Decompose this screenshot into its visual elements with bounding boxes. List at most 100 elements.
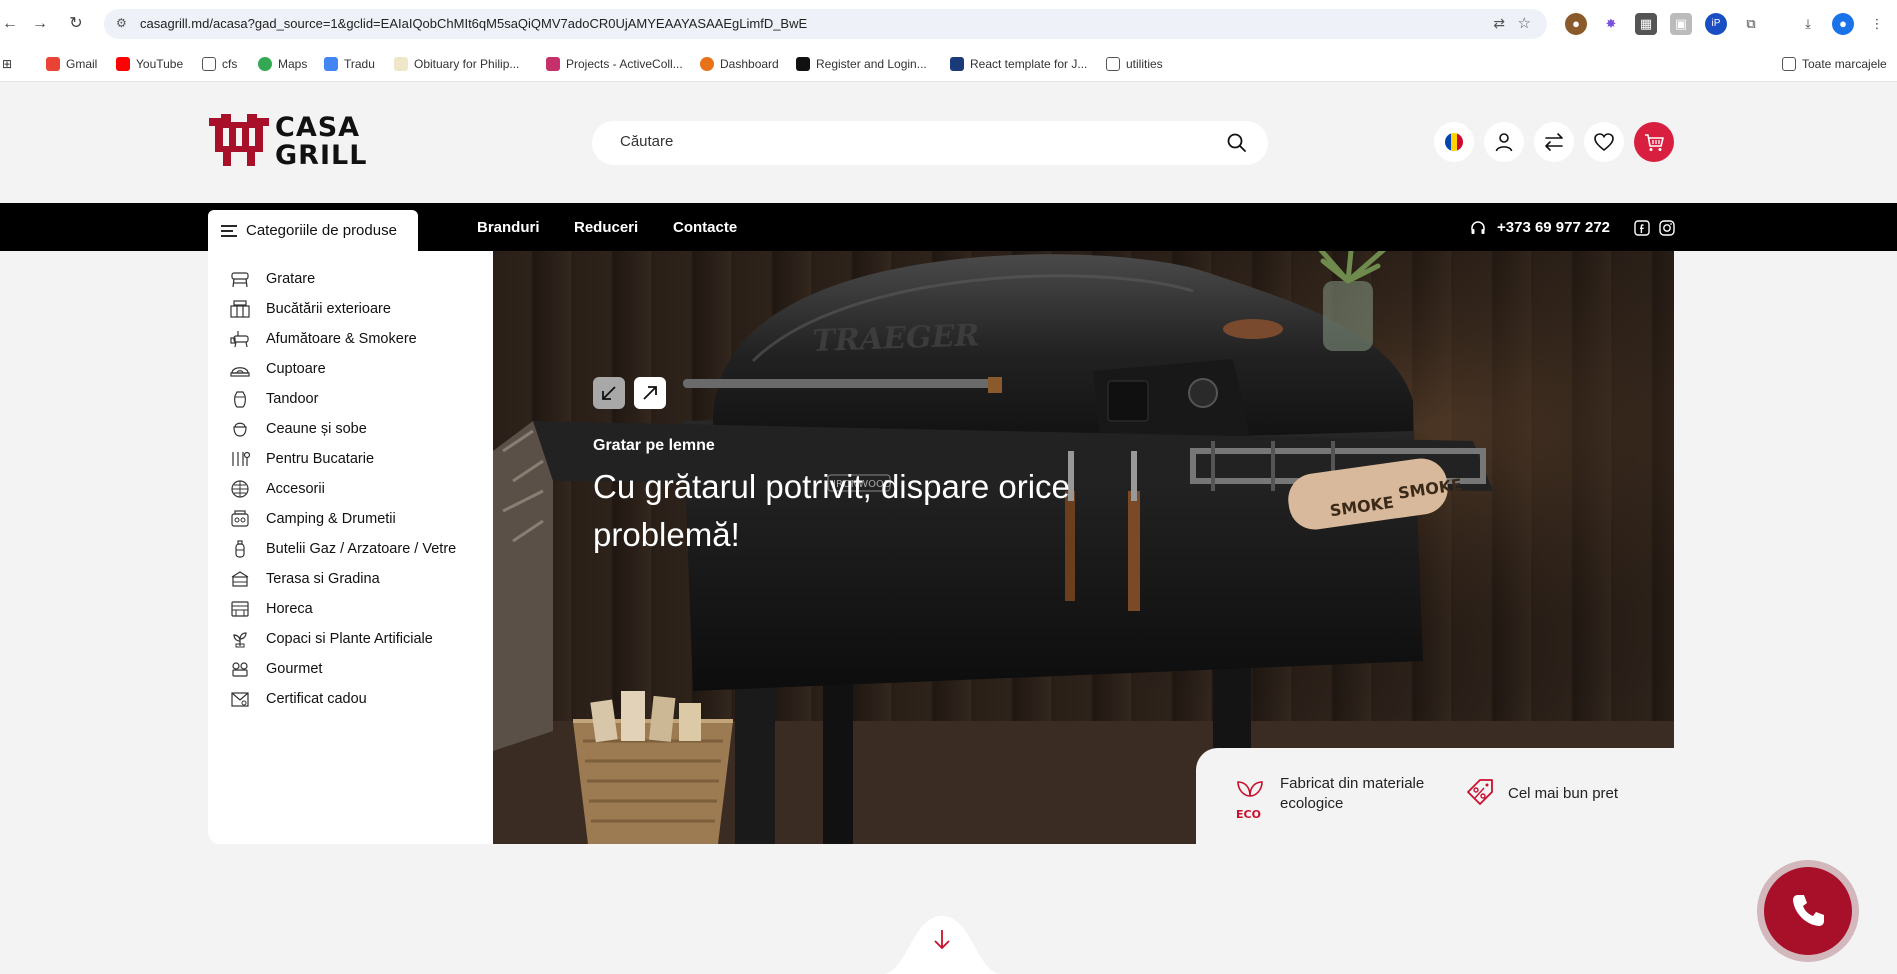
category-label: Bucătării exterioare xyxy=(266,301,391,317)
category-copaci-plante[interactable]: Copaci si Plante Artificiale xyxy=(224,624,484,654)
headset-icon xyxy=(1471,221,1485,234)
cauldron-icon xyxy=(233,422,247,437)
grill-logo-icon xyxy=(209,114,269,166)
plant-icon xyxy=(233,632,247,648)
logo-wordmark: CASA GRILL xyxy=(275,114,367,170)
collapse-arrow-button[interactable] xyxy=(593,377,625,409)
extension-sparkle-icon[interactable]: ✸ xyxy=(1600,13,1622,35)
category-horeca[interactable]: Horeca xyxy=(224,594,484,624)
traeger-emboss: TRAEGER xyxy=(812,318,980,359)
apps-grid-icon[interactable]: ⊞ xyxy=(2,57,12,71)
bookmark-star-icon[interactable]: ☆ xyxy=(1518,14,1531,32)
arrow-up-right-icon xyxy=(643,386,657,400)
tandoor-icon xyxy=(234,391,246,408)
category-butelii-gaz[interactable]: Butelii Gaz / Arzatoare / Vetre xyxy=(224,534,484,564)
bookmark-youtube[interactable]: YouTube xyxy=(116,57,183,71)
cart-button[interactable] xyxy=(1634,122,1674,162)
category-bucatarii-exterioare[interactable]: Bucătării exterioare xyxy=(224,294,484,324)
oven-icon xyxy=(230,367,250,377)
category-ceaune-sobe[interactable]: Ceaune și sobe xyxy=(224,414,484,444)
search-icon[interactable] xyxy=(1226,132,1248,154)
forward-icon[interactable]: → xyxy=(30,14,50,34)
extension-ip-icon[interactable]: iP xyxy=(1705,13,1727,35)
category-gourmet[interactable]: Gourmet xyxy=(224,654,484,684)
horeca-icon xyxy=(231,601,249,617)
cookie-extension-icon[interactable]: ● xyxy=(1565,13,1587,35)
language-button[interactable] xyxy=(1434,122,1474,162)
category-label: Tandoor xyxy=(266,391,319,407)
category-label: Terasa si Gradina xyxy=(266,571,380,587)
category-label: Cuptoare xyxy=(266,361,326,377)
gourmet-icon xyxy=(232,662,248,677)
bookmark-dashboard[interactable]: Dashboard xyxy=(700,57,779,71)
grill-grate-icon xyxy=(231,480,249,498)
site-logo[interactable]: CASA GRILL xyxy=(207,112,367,172)
phone-number[interactable]: +373 69 977 272 xyxy=(1497,219,1610,236)
bookmark-obituary[interactable]: Obituary for Philip... xyxy=(394,57,519,71)
logo-line-2: GRILL xyxy=(275,140,368,171)
call-fab-button[interactable] xyxy=(1757,860,1859,962)
compare-button[interactable] xyxy=(1534,122,1574,162)
expand-arrow-button[interactable] xyxy=(634,377,666,409)
cart-icon xyxy=(1645,134,1664,151)
site-info-icon[interactable]: ⚙ xyxy=(116,16,127,30)
category-label: Camping & Drumetii xyxy=(266,511,396,527)
bookmark-projects[interactable]: Projects - ActiveColl... xyxy=(546,57,683,71)
feature-price-text: Cel mai bun pret xyxy=(1508,785,1619,802)
category-menu: Gratare Bucătării exterioare Afumătoare … xyxy=(208,251,493,844)
compare-arrows-icon xyxy=(1545,133,1563,151)
bookmark-cfs[interactable]: cfs xyxy=(202,57,237,71)
bookmark-utilities[interactable]: utilities xyxy=(1106,57,1163,71)
bookmark-react-template[interactable]: React template for J... xyxy=(950,57,1087,71)
grill-icon xyxy=(231,272,249,288)
profile-avatar-icon[interactable]: ● xyxy=(1832,13,1854,35)
bookmark-gmail[interactable]: Gmail xyxy=(46,57,97,71)
category-label: Gourmet xyxy=(266,661,323,677)
scroll-down-button[interactable] xyxy=(882,906,1002,974)
extension-grid-icon[interactable]: ▦ xyxy=(1635,13,1657,35)
outdoor-kitchen-icon xyxy=(230,300,250,318)
category-gratare[interactable]: Gratare xyxy=(224,264,484,294)
all-bookmarks[interactable]: Toate marcajele xyxy=(1782,57,1887,71)
download-icon[interactable]: ⤓ xyxy=(1797,13,1819,35)
nav-link-branduri[interactable]: Branduri xyxy=(477,219,540,236)
address-bar[interactable]: ⚙ casagrill.md/acasa?gad_source=1&gclid=… xyxy=(104,9,1547,39)
category-label: Accesorii xyxy=(266,481,325,497)
category-tandoor[interactable]: Tandoor xyxy=(224,384,484,414)
category-accesorii[interactable]: Accesorii xyxy=(224,474,484,504)
bookmarks-bar: ⊞ Gmail YouTube cfs Maps Tradu Obituary … xyxy=(0,48,1897,82)
category-afumatoare-smokere[interactable]: Afumătoare & Smokere xyxy=(224,324,484,354)
bookmark-register-login[interactable]: Register and Login... xyxy=(796,57,927,71)
account-button[interactable] xyxy=(1484,122,1524,162)
hero-title: Cu grătarul potrivit, dispare orice prob… xyxy=(593,468,1070,553)
category-camping-drumetii[interactable]: Camping & Drumetii xyxy=(224,504,484,534)
instagram-icon[interactable] xyxy=(1659,220,1675,236)
back-icon[interactable]: ← xyxy=(0,14,20,34)
categories-tab-label: Categoriile de produse xyxy=(246,222,397,239)
category-cuptoare[interactable]: Cuptoare xyxy=(224,354,484,384)
category-certificat-cadou[interactable]: Certificat cadou xyxy=(224,684,484,714)
category-label: Horeca xyxy=(266,601,313,617)
logo-line-1: CASA xyxy=(275,112,361,143)
extensions-puzzle-icon[interactable]: ⧉ xyxy=(1740,13,1762,35)
browser-menu-icon[interactable]: ⋮ xyxy=(1866,13,1888,35)
bookmark-maps[interactable]: Maps xyxy=(258,57,307,71)
smoker-icon xyxy=(230,331,249,348)
nav-link-contacte[interactable]: Contacte xyxy=(673,219,737,236)
category-pentru-bucatarie[interactable]: Pentru Bucatarie xyxy=(224,444,484,474)
category-label: Certificat cadou xyxy=(266,691,367,707)
nav-link-reduceri[interactable]: Reduceri xyxy=(574,219,638,236)
feature-eco-text: Fabricat din materiale ecologice xyxy=(1280,775,1425,812)
category-label: Butelii Gaz / Arzatoare / Vetre xyxy=(266,541,457,557)
translate-icon[interactable]: ⇄ xyxy=(1493,15,1505,32)
extension-image-icon[interactable]: ▣ xyxy=(1670,13,1692,35)
wishlist-button[interactable] xyxy=(1584,122,1624,162)
browser-toolbar: ← → ↻ ⚙ casagrill.md/acasa?gad_source=1&… xyxy=(0,0,1897,48)
facebook-icon[interactable] xyxy=(1634,220,1650,236)
category-terasa-gradina[interactable]: Terasa si Gradina xyxy=(224,564,484,594)
reload-icon[interactable]: ↻ xyxy=(66,14,86,34)
camping-icon xyxy=(231,510,249,527)
categories-tab[interactable]: Categoriile de produse xyxy=(208,210,418,251)
bookmark-tradu[interactable]: Tradu xyxy=(324,57,375,71)
search-input[interactable] xyxy=(620,133,1180,150)
